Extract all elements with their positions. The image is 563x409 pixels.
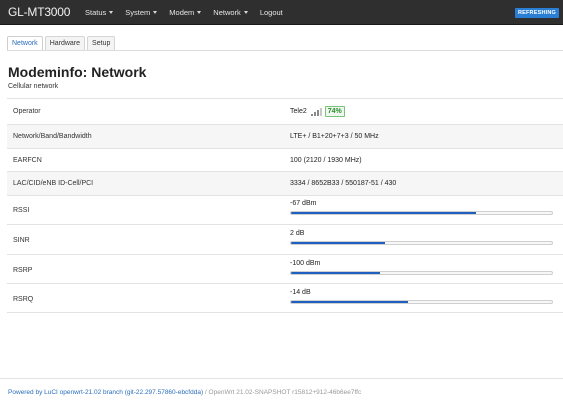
chevron-down-icon (197, 11, 202, 14)
signal-strength-icon (310, 107, 322, 116)
rsrp-level-bar (290, 271, 553, 275)
page-description: Cellular network (8, 83, 59, 90)
signal-quality-badge: 74% (324, 106, 345, 117)
table-row-band: Network/Band/Bandwidth LTE+ / B1+20+7+3 … (7, 124, 563, 148)
rsrp-level-fill (291, 272, 380, 274)
chevron-down-icon (243, 11, 248, 14)
row-label: RSRQ (13, 296, 34, 303)
operator-value: Tele2 74% (290, 106, 345, 117)
menu-logout[interactable]: Logout (260, 8, 283, 17)
chevron-down-icon (153, 11, 158, 14)
row-label: Operator (13, 108, 41, 115)
menu-system-label: System (125, 8, 151, 17)
tab-bar: Network Hardware Setup (7, 36, 117, 50)
row-label: EARFCN (13, 157, 42, 164)
page-title: Modeminfo: Network (8, 64, 147, 80)
menu-status-label: Status (85, 8, 107, 17)
row-value: 100 (2120 / 1930 MHz) (290, 157, 362, 164)
modeminfo-table: Operator Tele2 74% Network/Band/Bandwidt… (7, 98, 563, 313)
chevron-down-icon (109, 11, 114, 14)
table-row-sinr: SINR 2 dB (7, 224, 563, 254)
menu-network-label: Network (213, 8, 241, 17)
table-row-rssi: RSSI -67 dBm (7, 195, 563, 224)
openwrt-version: / OpenWrt 21.02-SNAPSHOT r15812+912-46b6… (203, 389, 362, 396)
table-row-operator: Operator Tele2 74% (7, 98, 563, 124)
row-value: -67 dBm (290, 200, 317, 207)
menu-network[interactable]: Network (213, 8, 248, 17)
main-menu: Status System Modem Network Logout (85, 0, 295, 25)
tab-divider (7, 50, 563, 51)
footer-divider (0, 378, 563, 379)
table-row-rsrp: RSRP -100 dBm (7, 254, 563, 283)
menu-modem-label: Modem (169, 8, 195, 17)
sinr-level-fill (291, 242, 385, 244)
table-row-rsrq: RSRQ -14 dB (7, 283, 563, 313)
rsrq-level-bar (290, 300, 553, 304)
menu-status[interactable]: Status (85, 8, 114, 17)
row-label: Network/Band/Bandwidth (13, 133, 92, 140)
row-value: LTE+ / B1+20+7+3 / 50 MHz (290, 133, 379, 140)
tab-setup[interactable]: Setup (87, 36, 116, 50)
rsrq-level-fill (291, 301, 409, 303)
tab-network[interactable]: Network (7, 36, 43, 50)
row-value: 2 dB (290, 230, 305, 237)
tab-hardware[interactable]: Hardware (44, 36, 86, 50)
luci-link[interactable]: Powered by LuCI openwrt-21.02 branch (gi… (8, 389, 203, 396)
footer: Powered by LuCI openwrt-21.02 branch (gi… (8, 389, 361, 396)
refreshing-badge[interactable]: REFRESHING (514, 8, 559, 18)
sinr-level-bar (290, 241, 553, 245)
menu-modem[interactable]: Modem (169, 8, 202, 17)
row-label: RSSI (13, 207, 30, 214)
row-value: -100 dBm (290, 260, 321, 267)
table-row-earfcn: EARFCN 100 (2120 / 1930 MHz) (7, 148, 563, 171)
menu-logout-label: Logout (259, 8, 283, 17)
menu-system[interactable]: System (125, 8, 158, 17)
row-label: RSRP (13, 267, 33, 274)
rssi-level-fill (291, 212, 477, 214)
row-label: LAC/CID/eNB ID-Cell/PCI (13, 180, 94, 187)
row-label: SINR (13, 237, 30, 244)
top-navbar: GL-MT3000 Status System Modem Network Lo… (0, 0, 563, 25)
brand-title[interactable]: GL-MT3000 (8, 5, 70, 19)
rssi-level-bar (290, 211, 553, 215)
operator-name: Tele2 (290, 108, 307, 115)
row-value: -14 dB (290, 289, 311, 296)
table-row-cellid: LAC/CID/eNB ID-Cell/PCI 3334 / 8652B33 /… (7, 171, 563, 195)
row-value: 3334 / 8652B33 / 550187-51 / 430 (290, 180, 397, 187)
